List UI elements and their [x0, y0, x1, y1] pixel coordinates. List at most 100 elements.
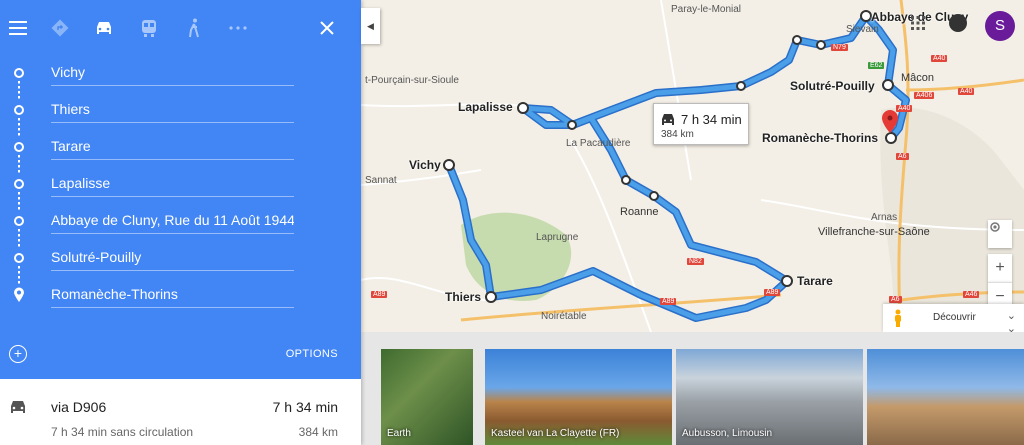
directions-header: Vichy Thiers Tarare Lapalisse Abbaye de … [0, 0, 361, 329]
waypoint-dot-icon [14, 216, 24, 226]
photo-thumbnail[interactable]: Kasteel van La Clayette (FR) [485, 349, 672, 445]
road-shield: A40 [931, 55, 948, 62]
map-label-thiers: Thiers [445, 290, 482, 304]
collapse-panel-button[interactable]: ◀ [361, 8, 380, 44]
place-label: Sievain [846, 24, 879, 35]
place-label: Roanne [620, 206, 659, 218]
waypoint-marker[interactable] [781, 275, 793, 287]
route-info-time: 7 h 34 min [681, 112, 742, 127]
waypoint-row[interactable]: Thiers [0, 91, 361, 138]
road-shield: E62 [868, 62, 885, 69]
place-label: t-Pourçain-sur-Sioule [365, 75, 459, 86]
notifications-icon[interactable] [949, 14, 967, 32]
road-shield: N82 [687, 258, 704, 265]
car-icon[interactable] [90, 14, 118, 42]
place-label: Villefranche-sur-Saône [818, 226, 930, 238]
waypoint-input[interactable]: Romanèche-Thorins [51, 286, 294, 308]
road-shield: A406 [914, 92, 935, 99]
waypoint-row[interactable]: Solutré-Pouilly [0, 239, 361, 286]
place-label: Mâcon [901, 72, 935, 84]
add-destination-icon[interactable]: + [9, 345, 27, 363]
via-point-marker[interactable] [792, 35, 802, 45]
apps-grid-icon[interactable] [911, 16, 925, 30]
waypoint-input[interactable]: Thiers [51, 101, 294, 123]
photo-thumbnail[interactable]: Aubusson, Limousin [676, 349, 863, 445]
add-destination-row: + OPTIONS [0, 329, 361, 379]
discover-bar[interactable]: Découvrir ⌄ ⌄ [883, 304, 1024, 332]
more-icon[interactable] [224, 14, 252, 42]
walk-icon[interactable] [180, 14, 208, 42]
maps-app: Vichy Thiers Tarare Lapalisse Abbaye de … [0, 0, 1024, 445]
expand-chevron-icon[interactable]: ⌄ ⌄ [1007, 309, 1016, 332]
pegman-icon[interactable] [893, 309, 903, 327]
waypoint-row[interactable]: Abbaye de Cluny, Rue du 11 Août 1944, [0, 202, 361, 249]
transit-icon[interactable] [135, 14, 163, 42]
map-label-vichy: Vichy [409, 158, 441, 172]
route-card[interactable]: via D906 7 h 34 min 7 h 34 min sans circ… [0, 379, 361, 445]
route-info-box[interactable]: 7 h 34 min 384 km [653, 103, 749, 145]
waypoint-marker[interactable] [485, 291, 497, 303]
route-info-distance: 384 km [661, 129, 694, 140]
map-label-tarare: Tarare [797, 274, 833, 288]
waypoint-input[interactable]: Solutré-Pouilly [51, 249, 294, 271]
via-point-marker[interactable] [649, 191, 659, 201]
place-label: Sannat [365, 175, 397, 186]
earth-thumbnail[interactable]: Earth [381, 349, 473, 445]
waypoint-row[interactable]: Romanèche-Thorins [0, 276, 361, 313]
photo-caption: Aubusson, Limousin [682, 428, 773, 439]
route-traffic-note: 7 h 34 min sans circulation [51, 425, 194, 439]
map-layer [361, 0, 1024, 332]
waypoint-marker[interactable] [882, 79, 894, 91]
waypoint-marker[interactable] [885, 132, 897, 144]
via-point-marker[interactable] [567, 120, 577, 130]
destination-pin-icon [14, 287, 24, 302]
road-shield: A89 [764, 289, 781, 296]
road-shield: A89 [371, 291, 388, 298]
waypoint-marker[interactable] [517, 102, 529, 114]
car-icon [11, 401, 25, 413]
waypoint-input[interactable]: Abbaye de Cluny, Rue du 11 Août 1944, [51, 212, 294, 234]
waypoint-list: Vichy Thiers Tarare Lapalisse Abbaye de … [0, 54, 361, 313]
waypoint-row[interactable]: Lapalisse [0, 165, 361, 212]
route-time: 7 h 34 min [272, 399, 338, 415]
map-canvas[interactable]: Paray-le-Monial t-Pourçain-sur-Sioule Sa… [361, 0, 1024, 332]
road-shield: A6 [896, 153, 909, 160]
place-label: Arnas [871, 212, 898, 223]
place-label: La Pacaudière [566, 138, 631, 149]
photo-caption: Kasteel van La Clayette (FR) [491, 428, 620, 439]
photo-strip: Earth Kasteel van La Clayette (FR) Aubus… [361, 332, 1024, 445]
photo-thumbnail[interactable] [867, 349, 1024, 445]
road-shield: A6 [889, 296, 902, 303]
waypoint-dot-icon [14, 179, 24, 189]
waypoint-input[interactable]: Lapalisse [51, 175, 294, 197]
waypoint-dot-icon [14, 253, 24, 263]
my-location-button[interactable] [988, 220, 1012, 248]
waypoint-input[interactable]: Tarare [51, 138, 294, 160]
waypoint-marker[interactable] [443, 159, 455, 171]
directions-panel: Vichy Thiers Tarare Lapalisse Abbaye de … [0, 0, 361, 445]
close-icon[interactable] [313, 14, 341, 42]
waypoint-dot-icon [14, 105, 24, 115]
travel-mode-bar [0, 0, 361, 56]
waypoint-row[interactable]: Vichy [0, 54, 361, 101]
waypoint-input[interactable]: Vichy [51, 64, 294, 86]
photo-caption: Earth [387, 428, 411, 439]
waypoint-marker[interactable] [860, 10, 872, 22]
via-point-marker[interactable] [816, 40, 826, 50]
waypoint-row[interactable]: Tarare [0, 128, 361, 175]
map-controls: + − [988, 220, 1012, 310]
place-label: Laprugne [536, 232, 579, 243]
via-point-marker[interactable] [736, 81, 746, 91]
road-shield: A89 [660, 298, 677, 305]
via-point-marker[interactable] [621, 175, 631, 185]
map-label-lapalisse: Lapalisse [458, 100, 513, 114]
zoom-in-button[interactable]: + [988, 254, 1012, 282]
menu-icon[interactable] [4, 14, 32, 42]
options-button[interactable]: OPTIONS [286, 348, 338, 360]
best-route-icon[interactable] [46, 14, 74, 42]
discover-label: Découvrir [933, 312, 976, 323]
avatar[interactable]: S [985, 11, 1015, 41]
map-label-romaneche: Romanèche-Thorins [762, 131, 879, 145]
car-icon [662, 114, 674, 125]
road-shield: A40 [958, 88, 975, 95]
